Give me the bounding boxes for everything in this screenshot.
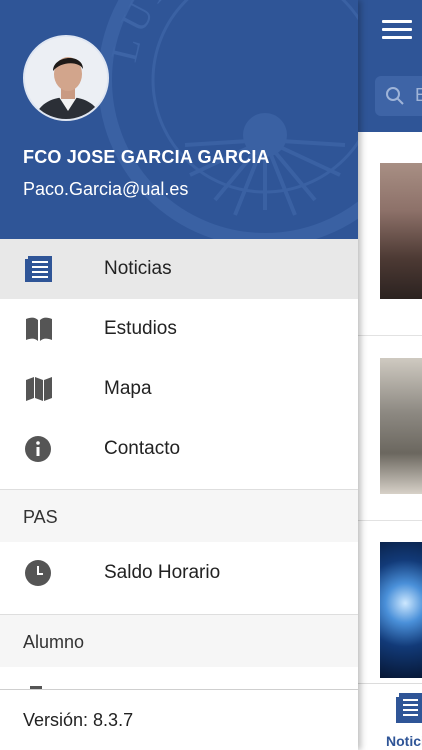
menu-item-contacto[interactable]: Contacto <box>0 419 358 479</box>
news-thumbnail[interactable] <box>380 358 422 494</box>
menu-item-saldo-horario[interactable]: Saldo Horario <box>0 543 358 603</box>
user-photo <box>25 37 107 119</box>
user-name: FCO JOSE GARCIA GARCIA <box>23 147 270 167</box>
newspaper-icon <box>396 693 422 723</box>
navigation-drawer: LUMINE SAP <box>0 0 358 750</box>
section-header-alumno: Alumno <box>0 614 358 667</box>
hamburger-menu-icon[interactable] <box>382 20 412 40</box>
version-label: Versión: 8.3.7 <box>23 710 134 730</box>
user-email: Paco.Garcia@ual.es <box>23 179 189 199</box>
tab-noticias[interactable]: Notici <box>358 683 422 750</box>
app-toolbar: E <box>358 0 422 132</box>
menu-item-estudios[interactable]: Estudios <box>0 299 358 359</box>
search-icon <box>386 87 404 105</box>
menu-item-label: Estudios <box>104 318 177 339</box>
news-thumbnail[interactable] <box>380 163 422 299</box>
map-icon <box>26 377 52 401</box>
news-thumbnail[interactable] <box>380 542 422 678</box>
university-seal-watermark: LUMINE SAP <box>98 0 358 239</box>
avatar[interactable] <box>23 35 109 121</box>
section-header-pas: PAS <box>0 489 358 542</box>
menu-item-noticias[interactable]: Noticias <box>0 239 358 299</box>
section-title: PAS <box>23 507 58 527</box>
tab-label: Notici <box>386 733 422 749</box>
section-title: Alumno <box>23 632 85 652</box>
info-icon <box>25 436 51 462</box>
svg-text:LUMINE SAP: LUMINE SAP <box>103 0 358 66</box>
divider <box>358 520 422 521</box>
newspaper-icon <box>25 256 52 282</box>
menu-item-label: Mapa <box>104 378 152 399</box>
clock-icon <box>25 560 51 586</box>
menu-item-label: Noticias <box>104 258 172 279</box>
background-app: E Notici <box>358 0 422 750</box>
menu-item-mapa[interactable]: Mapa <box>0 359 358 419</box>
version-footer: Versión: 8.3.7 <box>0 689 358 750</box>
book-icon <box>26 317 52 341</box>
menu-item-label: Saldo Horario <box>104 562 221 583</box>
profile-header: LUMINE SAP <box>0 0 358 239</box>
search-input[interactable]: E <box>375 76 422 116</box>
divider <box>358 335 422 336</box>
menu-item-label: Contacto <box>104 438 181 459</box>
search-placeholder: E <box>415 85 422 105</box>
